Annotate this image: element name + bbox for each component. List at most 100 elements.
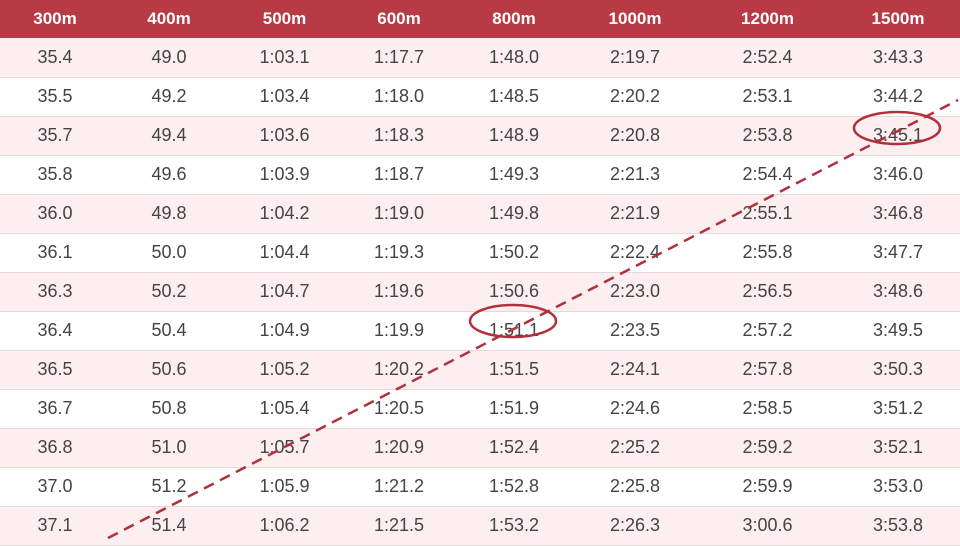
header-500m: 500m <box>262 9 307 28</box>
table-cell: 2:21.9 <box>609 203 661 223</box>
table-cell: 51.2 <box>151 476 187 496</box>
table-cell: 49.6 <box>151 164 187 184</box>
table-cell: 3:52.1 <box>872 437 924 457</box>
table-cell: 36.8 <box>37 437 73 457</box>
table-cell: 1:52.8 <box>488 476 540 496</box>
table-row: 37.1 51.4 1:06.2 1:21.5 1:53.2 2:26.3 3:00.6 3:… <box>0 506 960 545</box>
table-cell: 3:00.6 <box>742 515 793 535</box>
table-cell: 1:04.7 <box>259 281 310 301</box>
table-cell: 3:43.3 <box>872 46 924 67</box>
table-cell: 2:24.6 <box>609 398 661 418</box>
table-cell: 1:20.9 <box>373 437 425 457</box>
table-cell: 3:48.6 <box>872 281 924 301</box>
table-cell: 1:18.3 <box>373 125 425 145</box>
table-cell: 3:53.8 <box>872 515 924 535</box>
table-cell: 3:44.2 <box>872 86 924 106</box>
table-row: 36.1 50.0 1:04.4 1:19.3 1:50.2 2:22.4 2:55.8 3:… <box>0 233 960 272</box>
table-cell: 1:04.4 <box>259 242 310 262</box>
table-cell: 35.7 <box>37 125 73 145</box>
table-cell: 50.2 <box>151 281 187 301</box>
table-cell: 1:49.3 <box>488 164 540 184</box>
table-cell: 51.4 <box>151 515 187 535</box>
table-cell: 1:05.4 <box>259 398 310 418</box>
table-cell: 1:52.4 <box>488 437 540 457</box>
table-row: 35.8 49.6 1:03.9 1:18.7 1:49.3 2:21.3 2:54.4 3:… <box>0 155 960 194</box>
header-800m: 800m <box>492 9 536 28</box>
table-cell: 37.1 <box>37 515 73 535</box>
table-cell: 2:19.7 <box>609 46 661 67</box>
table-cell: 2:56.5 <box>742 281 793 301</box>
table-row: 36.0 49.8 1:04.2 1:19.0 1:49.8 2:21.9 2:55.1 3:… <box>0 194 960 233</box>
header-600m: 600m <box>377 9 421 28</box>
table-cell: 1:04.2 <box>259 203 310 223</box>
table-row: 36.4 50.4 1:04.9 1:19.9 1:51.1 2:23.5 2:57.2 3:… <box>0 311 960 350</box>
table-cell: 2:26.3 <box>609 515 661 535</box>
table-cell: 35.8 <box>37 164 73 184</box>
header-1000m: 1000m <box>608 9 662 28</box>
table-cell: 1:05.9 <box>259 476 310 496</box>
table-cell: 2:20.8 <box>609 125 661 145</box>
table-cell: 36.0 <box>37 203 73 223</box>
table-cell: 50.8 <box>151 398 187 418</box>
table-cell: 1:51.5 <box>488 359 540 379</box>
table-cell: 1:49.8 <box>488 203 540 223</box>
table-row: 36.5 50.6 1:05.2 1:20.2 1:51.5 2:24.1 2:57.8 3:… <box>0 350 960 389</box>
table-cell: 1:21.5 <box>373 515 425 535</box>
table-cell: 36.5 <box>37 359 73 379</box>
table-cell: 1:18.0 <box>373 86 425 106</box>
table-cell: 2:22.4 <box>609 242 661 262</box>
table-cell: 2:53.1 <box>742 86 793 106</box>
table-cell: 1:21.2 <box>373 476 425 496</box>
table-cell: 1:48.0 <box>488 46 540 67</box>
table-row: 36.7 50.8 1:05.4 1:20.5 1:51.9 2:24.6 2:58.5 3:… <box>0 389 960 428</box>
table-cell: 2:52.4 <box>742 46 793 67</box>
table-cell: 3:45.1 <box>872 125 924 145</box>
table-cell: 2:59.2 <box>742 437 793 457</box>
table-cell: 1:19.3 <box>373 242 425 262</box>
table-cell: 2:25.2 <box>609 437 661 457</box>
table-cell: 2:23.5 <box>609 320 661 340</box>
table-cell: 1:05.7 <box>259 437 310 457</box>
table-cell: 36.3 <box>37 281 73 301</box>
table-cell: 36.4 <box>37 320 73 340</box>
table-cell: 49.0 <box>151 46 187 67</box>
table-cell: 1:51.1 <box>488 320 540 340</box>
table-cell: 1:05.2 <box>259 359 310 379</box>
table-cell: 37.0 <box>37 476 73 496</box>
table-row: 37.0 51.2 1:05.9 1:21.2 1:52.8 2:25.8 2:59.9 3:… <box>0 467 960 506</box>
table-cell: 1:20.5 <box>373 398 425 418</box>
table-cell: 2:20.2 <box>609 86 661 106</box>
table-cell: 50.0 <box>151 242 187 262</box>
table-cell: 2:23.0 <box>609 281 661 301</box>
header-1200m: 1200m <box>741 9 794 28</box>
table-cell: 3:51.2 <box>872 398 924 418</box>
table-row: 35.5 49.2 1:03.4 1:18.0 1:48.5 2:20.2 2:53.1 3:… <box>0 77 960 116</box>
table-cell: 2:54.4 <box>742 164 793 184</box>
table-cell: 2:58.5 <box>742 398 793 418</box>
table-cell: 1:19.9 <box>373 320 425 340</box>
table-cell: 2:53.8 <box>742 125 793 145</box>
table-cell: 49.2 <box>151 86 187 106</box>
pace-table: 300m 400m 500m 600m 800m 1000m 1200m 150… <box>0 0 960 546</box>
table-row: 36.8 51.0 1:05.7 1:20.9 1:52.4 2:25.2 2:59.2 3:… <box>0 428 960 467</box>
table-cell: 1:18.7 <box>373 164 425 184</box>
table-cell: 3:49.5 <box>872 320 924 340</box>
table-cell: 3:50.3 <box>872 359 924 379</box>
table-cell: 2:55.1 <box>742 203 793 223</box>
table-cell: 3:46.8 <box>872 203 924 223</box>
table-cell: 1:19.6 <box>373 281 425 301</box>
table-row: 35.4 49.0 1:03.1 1:17.7 1:48.0 2:19.7 2:52.4 3:… <box>0 38 960 77</box>
table-cell: 2:24.1 <box>609 359 661 379</box>
table-cell: 1:03.1 <box>259 46 310 67</box>
table-cell: 36.7 <box>37 398 73 418</box>
table-cell: 2:57.2 <box>742 320 793 340</box>
table-cell: 2:57.8 <box>742 359 793 379</box>
table-cell: 2:25.8 <box>609 476 661 496</box>
table-cell: 2:59.9 <box>742 476 793 496</box>
table-cell: 3:47.7 <box>872 242 924 262</box>
table-row: 35.7 49.4 1:03.6 1:18.3 1:48.9 2:20.8 2:53.8 3:… <box>0 116 960 155</box>
table-cell: 1:50.6 <box>488 281 540 301</box>
table-cell: 1:51.9 <box>488 398 540 418</box>
table-row: 36.3 50.2 1:04.7 1:19.6 1:50.6 2:23.0 2:56.5 3:… <box>0 272 960 311</box>
table-cell: 51.0 <box>151 437 187 457</box>
